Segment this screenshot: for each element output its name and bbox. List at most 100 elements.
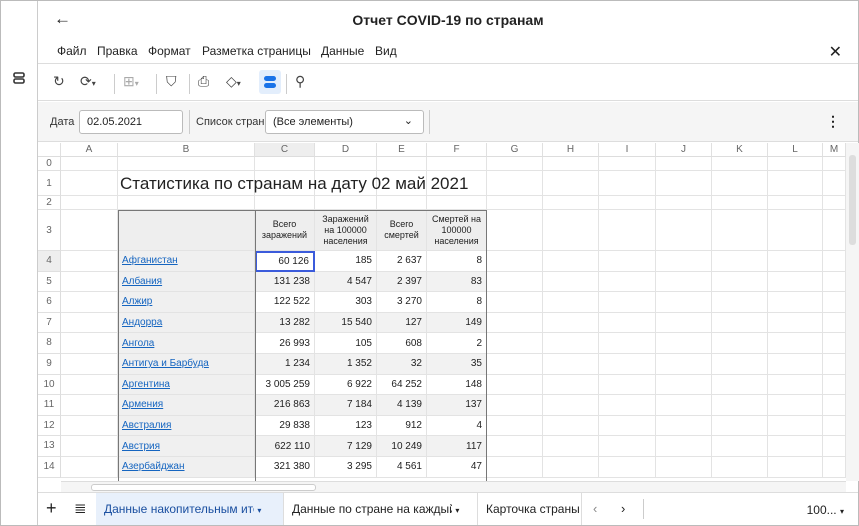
grid-cell[interactable]: [712, 292, 768, 313]
table-cell[interactable]: 1 234: [255, 354, 315, 375]
grid-cell[interactable]: [656, 436, 712, 457]
table-cell[interactable]: 7 184: [315, 395, 377, 416]
grid-cell[interactable]: [599, 251, 656, 272]
eraser-icon[interactable]: ◇▾: [226, 73, 241, 90]
row-header[interactable]: 14: [38, 457, 61, 478]
grid-cell[interactable]: [487, 292, 543, 313]
table-cell[interactable]: 1 352: [315, 354, 377, 375]
grid-cell[interactable]: [377, 196, 427, 210]
grid-cell[interactable]: [656, 415, 712, 437]
grid-cell[interactable]: [712, 457, 768, 478]
sheet-list-icon[interactable]: ≣: [74, 499, 87, 517]
grid-cell[interactable]: [656, 457, 712, 478]
grid-cell[interactable]: [656, 196, 712, 210]
grid-cell[interactable]: [656, 210, 712, 251]
country-link[interactable]: Алжир: [118, 292, 255, 313]
grid-cell[interactable]: [543, 436, 599, 457]
table-cell[interactable]: 3 270: [377, 292, 427, 313]
table-cell[interactable]: 912: [377, 415, 427, 437]
grid-cell[interactable]: [377, 157, 427, 171]
grid-cell[interactable]: [487, 457, 543, 478]
grid-cell[interactable]: [61, 457, 118, 478]
horizontal-scrollbar[interactable]: [61, 481, 846, 492]
grid-cell[interactable]: [656, 251, 712, 272]
grid-cell[interactable]: [712, 271, 768, 293]
filter-icon[interactable]: ⛉: [166, 73, 177, 90]
table-cell[interactable]: 13 282: [255, 312, 315, 334]
grid-cell[interactable]: [543, 333, 599, 354]
table-cell[interactable]: 7 129: [315, 436, 377, 457]
table-cell[interactable]: 60 126: [255, 251, 315, 272]
grid-cell[interactable]: [61, 312, 118, 334]
column-header[interactable]: M: [823, 143, 846, 157]
grid-cell[interactable]: [712, 436, 768, 457]
grid-cell[interactable]: [487, 312, 543, 334]
grid-cell[interactable]: [656, 171, 712, 196]
grid-cell[interactable]: [487, 271, 543, 293]
table-cell[interactable]: 123: [315, 415, 377, 437]
grid-cell[interactable]: [712, 395, 768, 416]
grid-cell[interactable]: [487, 374, 543, 396]
close-icon[interactable]: ✕: [829, 42, 842, 62]
grid-cell[interactable]: [768, 292, 823, 313]
column-header[interactable]: K: [712, 143, 768, 157]
grid-cell[interactable]: [255, 196, 315, 210]
table-cell[interactable]: 15 540: [315, 312, 377, 334]
row-header[interactable]: 7: [38, 312, 61, 334]
grid-cell[interactable]: [543, 196, 599, 210]
grid-cell[interactable]: [768, 333, 823, 354]
grid-cell[interactable]: [823, 354, 846, 375]
menu-page-layout[interactable]: Разметка страницы: [202, 44, 311, 58]
grid-cell[interactable]: [712, 171, 768, 196]
country-link[interactable]: Андорра: [118, 312, 255, 334]
add-sheet-icon[interactable]: +: [46, 498, 57, 519]
grid-cell[interactable]: [823, 395, 846, 416]
grid-cell[interactable]: [823, 457, 846, 478]
row-header[interactable]: 3: [38, 210, 61, 251]
menu-view[interactable]: Вид: [375, 44, 397, 58]
grid-cell[interactable]: [61, 436, 118, 457]
row-header[interactable]: 10: [38, 374, 61, 396]
grid-cell[interactable]: [656, 333, 712, 354]
grid-cell[interactable]: [599, 457, 656, 478]
grid-cell[interactable]: [487, 333, 543, 354]
grid-cell[interactable]: [768, 210, 823, 251]
menu-format[interactable]: Формат: [148, 44, 191, 58]
grid-cell[interactable]: [61, 171, 118, 196]
grid-cell[interactable]: [61, 292, 118, 313]
grid-cell[interactable]: [823, 171, 846, 196]
grid-cell[interactable]: [768, 196, 823, 210]
grid-cell[interactable]: [543, 374, 599, 396]
grid-cell[interactable]: [543, 395, 599, 416]
grid-cell[interactable]: [768, 354, 823, 375]
grid-cell[interactable]: [712, 312, 768, 334]
grid-cell[interactable]: [599, 271, 656, 293]
grid-cell[interactable]: [487, 157, 543, 171]
table-cell[interactable]: 4 139: [377, 395, 427, 416]
grid-cell[interactable]: [823, 312, 846, 334]
row-header[interactable]: 6: [38, 292, 61, 313]
column-header[interactable]: I: [599, 143, 656, 157]
grid-cell[interactable]: [712, 374, 768, 396]
tab-daily-country-data[interactable]: Данные по стране на каждый ▾: [284, 493, 478, 525]
grid-cell[interactable]: [61, 210, 118, 251]
grid-cell[interactable]: [712, 354, 768, 375]
grid-cell[interactable]: [823, 196, 846, 210]
tab-cumulative-data[interactable]: Данные накопительным итогом ▾: [96, 493, 284, 525]
grid-cell[interactable]: [61, 354, 118, 375]
grid-cell[interactable]: [487, 395, 543, 416]
grid-cell[interactable]: [427, 196, 487, 210]
row-header[interactable]: 2: [38, 196, 61, 210]
grid-cell[interactable]: [61, 333, 118, 354]
more-options-icon[interactable]: ⋮: [826, 113, 840, 130]
grid-cell[interactable]: [768, 251, 823, 272]
country-link[interactable]: Ангола: [118, 333, 255, 354]
grid-cell[interactable]: [427, 157, 487, 171]
grid-cell[interactable]: [712, 251, 768, 272]
sync-icon[interactable]: ⟳▾: [80, 73, 96, 90]
column-header[interactable]: H: [543, 143, 599, 157]
table-cell[interactable]: 29 838: [255, 415, 315, 437]
table-cell[interactable]: 26 993: [255, 333, 315, 354]
column-header[interactable]: B: [118, 143, 255, 157]
grid-cell[interactable]: [487, 210, 543, 251]
